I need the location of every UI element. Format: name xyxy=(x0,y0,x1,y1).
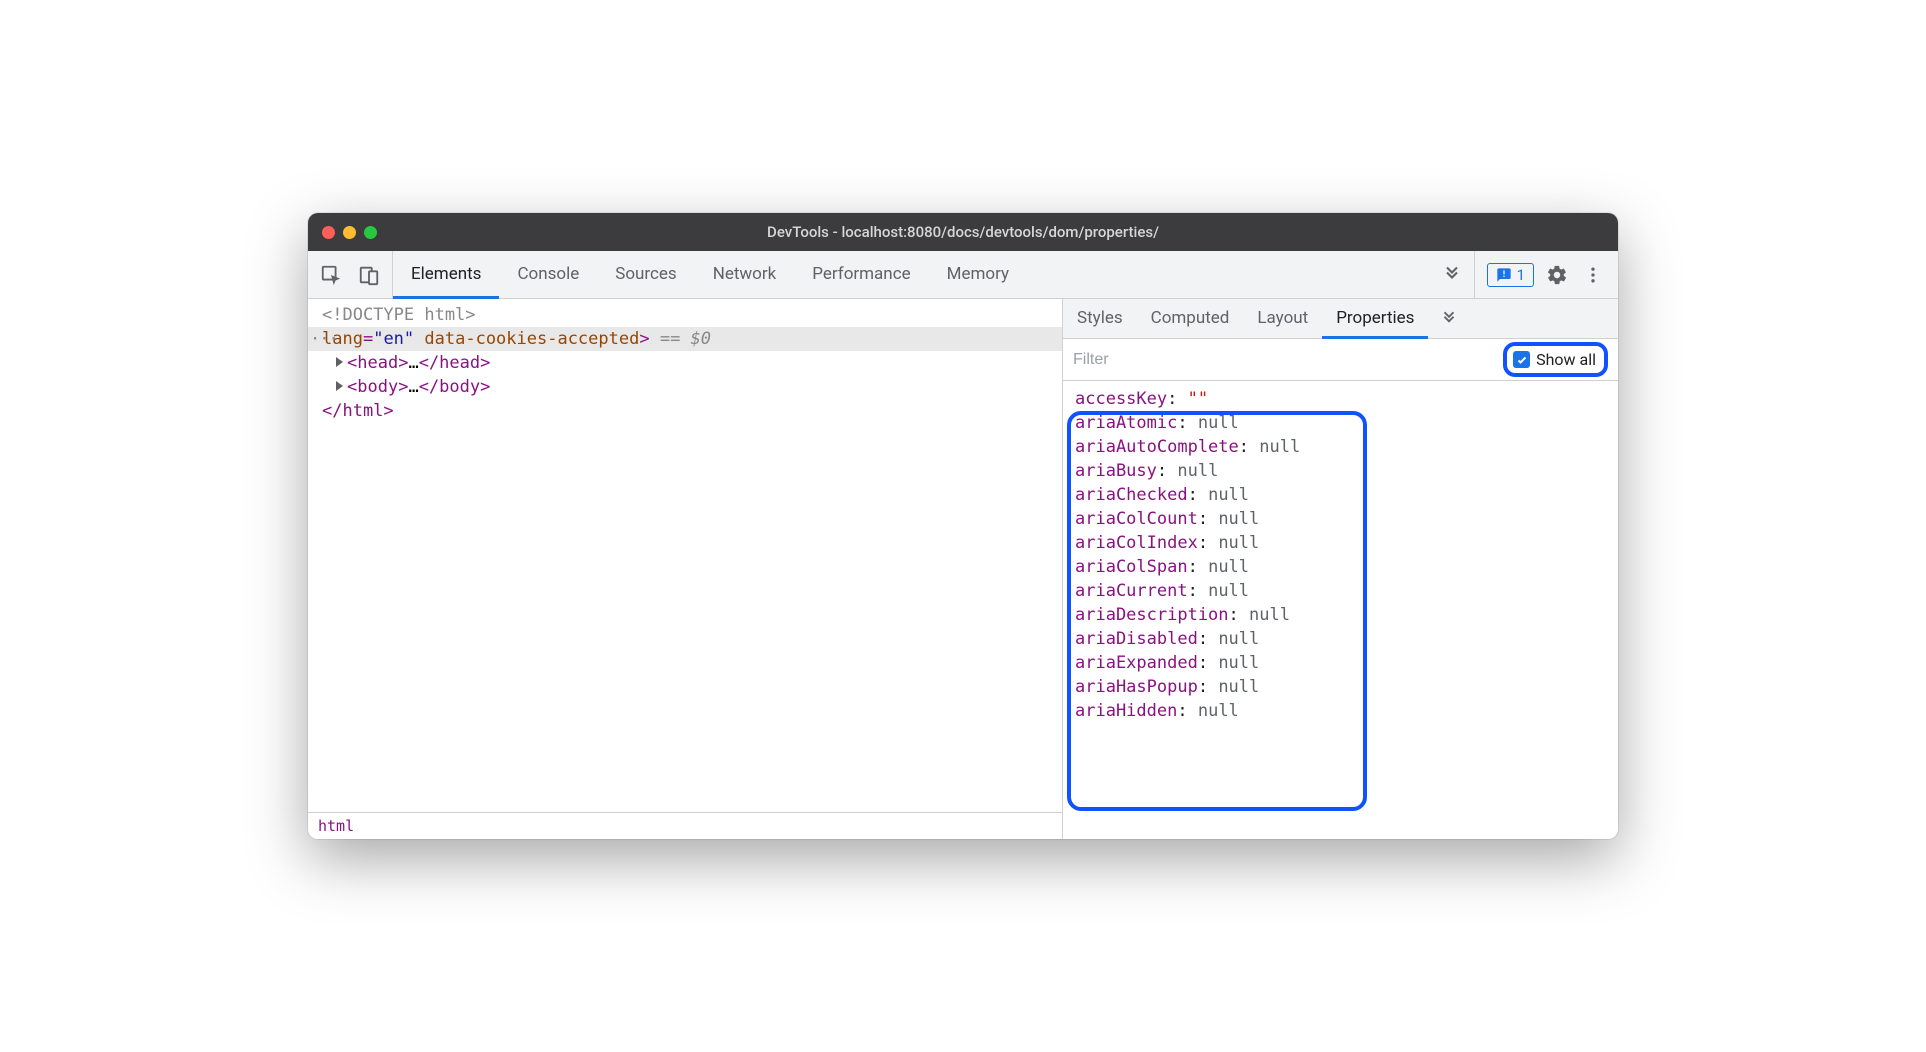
property-row[interactable]: ariaExpanded: null xyxy=(1073,651,1612,675)
property-row[interactable]: ariaChecked: null xyxy=(1073,483,1612,507)
property-row[interactable]: accessKey: "" xyxy=(1073,387,1612,411)
side-tab-layout[interactable]: Layout xyxy=(1243,300,1322,339)
window-controls xyxy=(322,226,377,239)
side-tabs: StylesComputedLayoutProperties xyxy=(1063,299,1618,339)
tab-network[interactable]: Network xyxy=(695,252,795,299)
property-row[interactable]: ariaDisabled: null xyxy=(1073,627,1612,651)
show-all-checkbox-wrap[interactable]: Show all xyxy=(1503,342,1608,377)
property-row[interactable]: ariaColCount: null xyxy=(1073,507,1612,531)
window-title: DevTools - localhost:8080/docs/devtools/… xyxy=(308,223,1618,241)
show-all-checkbox[interactable] xyxy=(1513,351,1530,368)
issues-icon xyxy=(1496,267,1512,283)
panels: <!DOCTYPE html> lang="en" data-cookies-a… xyxy=(308,299,1618,839)
issues-count: 1 xyxy=(1517,266,1525,284)
settings-gear-icon[interactable] xyxy=(1544,262,1570,288)
devtools-window: DevTools - localhost:8080/docs/devtools/… xyxy=(308,213,1618,839)
kebab-menu-icon[interactable] xyxy=(1580,262,1606,288)
side-tab-properties[interactable]: Properties xyxy=(1322,300,1428,339)
dom-head-line[interactable]: <head>…</head> xyxy=(308,351,1062,375)
dom-doctype-line[interactable]: <!DOCTYPE html> xyxy=(308,303,1062,327)
dom-body-line[interactable]: <body>…</body> xyxy=(308,375,1062,399)
check-icon xyxy=(1516,354,1528,366)
tab-elements[interactable]: Elements xyxy=(393,252,499,299)
tab-console[interactable]: Console xyxy=(499,252,597,299)
main-toolbar: ElementsConsoleSourcesNetworkPerformance… xyxy=(308,251,1618,299)
properties-list[interactable]: accessKey: ""ariaAtomic: nullariaAutoCom… xyxy=(1063,381,1618,839)
titlebar: DevTools - localhost:8080/docs/devtools/… xyxy=(308,213,1618,251)
side-tab-computed[interactable]: Computed xyxy=(1137,300,1244,339)
minimize-window-button[interactable] xyxy=(343,226,356,239)
more-tabs-chevron-icon[interactable] xyxy=(1430,251,1474,298)
close-window-button[interactable] xyxy=(322,226,335,239)
dom-tree-pane: <!DOCTYPE html> lang="en" data-cookies-a… xyxy=(308,299,1063,839)
dom-tree[interactable]: <!DOCTYPE html> lang="en" data-cookies-a… xyxy=(308,299,1062,812)
property-row[interactable]: ariaColSpan: null xyxy=(1073,555,1612,579)
main-tabs: ElementsConsoleSourcesNetworkPerformance… xyxy=(393,251,1430,298)
dom-breadcrumb[interactable]: html xyxy=(308,812,1062,839)
issues-badge[interactable]: 1 xyxy=(1487,263,1534,287)
side-more-chevron-icon[interactable] xyxy=(1428,299,1470,338)
toolbar-left xyxy=(308,251,393,298)
disclosure-triangle-icon[interactable] xyxy=(336,357,343,367)
property-row[interactable]: ariaAutoComplete: null xyxy=(1073,435,1612,459)
property-row[interactable]: ariaColIndex: null xyxy=(1073,531,1612,555)
property-row[interactable]: ariaAtomic: null xyxy=(1073,411,1612,435)
tab-performance[interactable]: Performance xyxy=(794,252,928,299)
side-pane: StylesComputedLayoutProperties Show all … xyxy=(1063,299,1618,839)
tab-sources[interactable]: Sources xyxy=(597,252,694,299)
filter-row: Show all xyxy=(1063,339,1618,381)
show-all-label: Show all xyxy=(1536,350,1596,369)
disclosure-triangle-icon[interactable] xyxy=(336,381,343,391)
property-row[interactable]: ariaDescription: null xyxy=(1073,603,1612,627)
property-row[interactable]: ariaCurrent: null xyxy=(1073,579,1612,603)
device-toolbar-icon[interactable] xyxy=(356,262,382,288)
property-row[interactable]: ariaHasPopup: null xyxy=(1073,675,1612,699)
tab-memory[interactable]: Memory xyxy=(929,252,1027,299)
filter-input[interactable] xyxy=(1073,351,1495,369)
property-row[interactable]: ariaHidden: null xyxy=(1073,699,1612,723)
inspect-element-icon[interactable] xyxy=(318,262,344,288)
toolbar-right: 1 xyxy=(1474,251,1618,298)
side-tab-styles[interactable]: Styles xyxy=(1063,300,1137,339)
dom-close-html-line[interactable]: </html> xyxy=(308,399,1062,423)
dom-html-line[interactable]: lang="en" data-cookies-accepted> == $0 xyxy=(308,327,1062,351)
property-row[interactable]: ariaBusy: null xyxy=(1073,459,1612,483)
maximize-window-button[interactable] xyxy=(364,226,377,239)
